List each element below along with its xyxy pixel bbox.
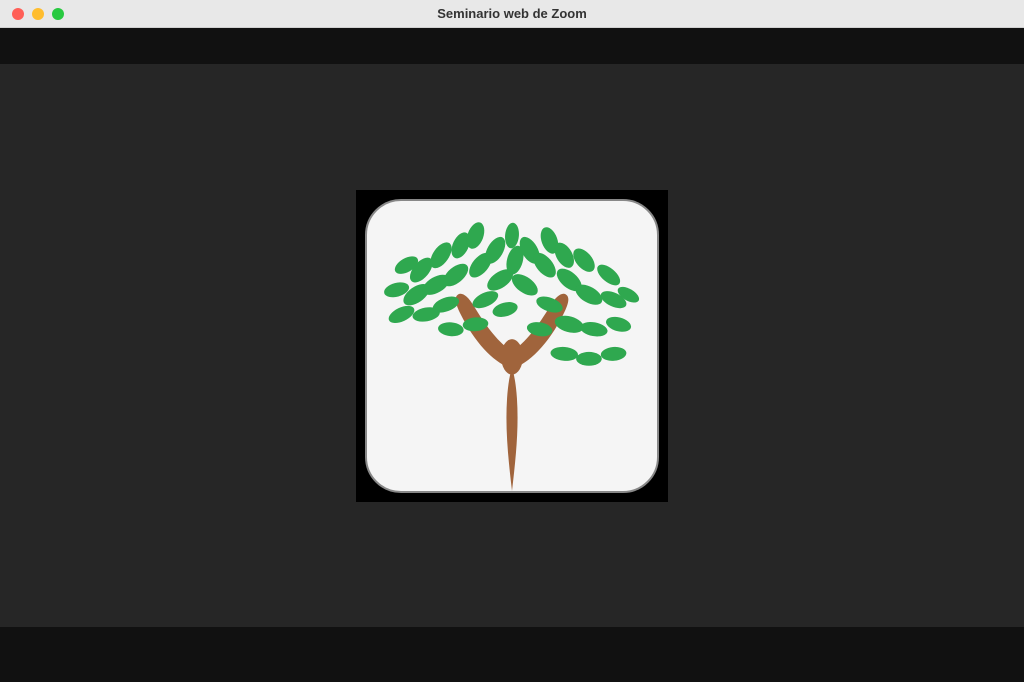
window-controls	[0, 8, 64, 20]
close-button[interactable]	[12, 8, 24, 20]
tree-head	[501, 339, 523, 375]
minimize-button[interactable]	[32, 8, 44, 20]
window-title: Seminario web de Zoom	[0, 6, 1024, 21]
bottom-toolbar	[0, 627, 1024, 682]
window-titlebar: Seminario web de Zoom	[0, 0, 1024, 28]
tree-person-icon	[367, 201, 657, 491]
participant-video-tile[interactable]	[356, 190, 668, 502]
maximize-button[interactable]	[52, 8, 64, 20]
participant-avatar	[365, 199, 659, 493]
top-toolbar	[0, 28, 1024, 64]
video-content-area	[0, 64, 1024, 627]
